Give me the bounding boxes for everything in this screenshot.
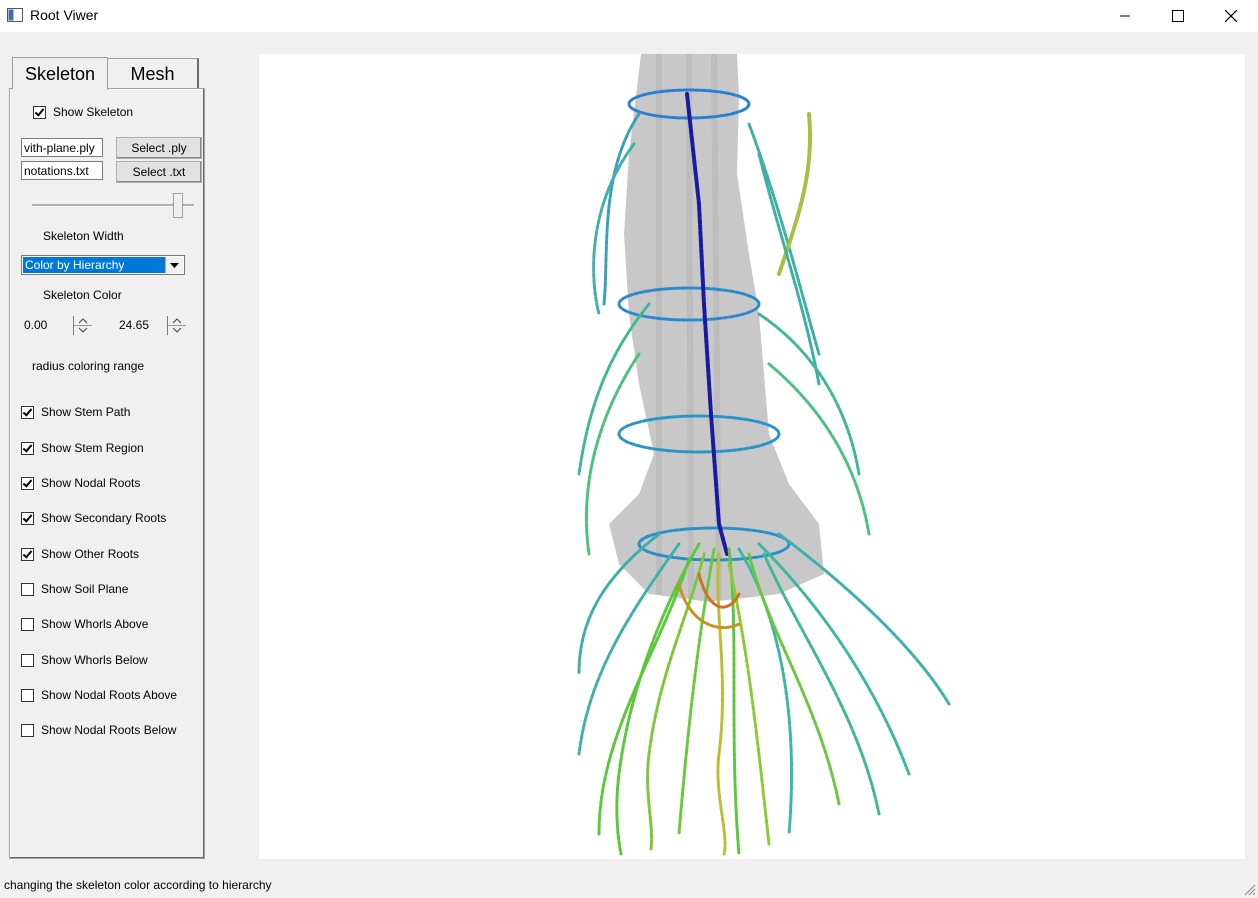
option-label: Show Other Roots <box>41 547 140 561</box>
show-soil-plane-checkbox[interactable]: Show Soil Plane <box>21 581 128 597</box>
skeleton-width-track[interactable] <box>32 204 194 207</box>
checkbox-box[interactable] <box>21 653 34 667</box>
range-max-value[interactable]: 24.65 <box>116 314 169 336</box>
title-bar: Root Viwer <box>0 0 1258 32</box>
checkbox-box[interactable] <box>21 547 34 561</box>
close-button[interactable] <box>1204 0 1258 32</box>
show-secondary-roots-checkbox[interactable]: Show Secondary Roots <box>21 510 166 526</box>
minimize-button[interactable] <box>1098 0 1152 32</box>
chevron-down-icon <box>170 262 179 268</box>
maximize-button[interactable] <box>1151 0 1205 32</box>
tab-skeleton-label: Skeleton <box>24 63 96 84</box>
window-title: Root Viwer <box>30 7 99 23</box>
3d-viewport[interactable] <box>259 54 1245 859</box>
tab-skeleton[interactable]: Skeleton <box>12 57 108 90</box>
select-txt-button[interactable]: Select .txt <box>116 161 202 183</box>
option-label: Show Whorls Below <box>41 653 148 667</box>
option-label: Show Secondary Roots <box>41 511 167 525</box>
show-skeleton-checkbox[interactable]: Show Skeleton <box>33 104 133 120</box>
option-label: Show Nodal Roots Below <box>41 723 177 737</box>
range-max-spinner[interactable]: 24.65 <box>116 314 188 336</box>
range-min-value[interactable]: 0.00 <box>21 314 74 336</box>
show-whorls-above-checkbox[interactable]: Show Whorls Above <box>21 616 148 632</box>
option-label: Show Whorls Above <box>41 617 149 631</box>
select-ply-button[interactable]: Select .ply <box>116 137 202 159</box>
show-stem-path-checkbox[interactable]: Show Stem Path <box>21 404 130 420</box>
show-skeleton-label: Show Skeleton <box>53 105 134 119</box>
option-label: Show Nodal Roots <box>41 476 141 490</box>
range-min-spinner[interactable]: 0.00 <box>21 314 93 336</box>
tab-mesh[interactable]: Mesh <box>107 58 199 90</box>
tab-mesh-label: Mesh <box>130 64 175 84</box>
skeleton-width-slider[interactable] <box>173 193 183 218</box>
checkbox-box[interactable] <box>21 476 34 490</box>
option-label: Show Stem Region <box>41 441 144 455</box>
app-icon <box>7 8 23 22</box>
skeleton-color-value: Color by Hierarchy <box>23 257 165 273</box>
option-label: Show Soil Plane <box>41 582 129 596</box>
option-label: Show Nodal Roots Above <box>41 688 178 702</box>
show-nodal-roots-below-checkbox[interactable]: Show Nodal Roots Below <box>21 722 176 738</box>
txt-file-field[interactable]: notations.txt <box>21 161 103 180</box>
checkbox-box[interactable] <box>21 405 34 419</box>
minimize-icon <box>1120 15 1130 17</box>
checkbox-box[interactable] <box>21 617 34 631</box>
show-nodal-roots-above-checkbox[interactable]: Show Nodal Roots Above <box>21 687 177 703</box>
spin-arrows-icon[interactable] <box>73 316 92 335</box>
status-bar-text: changing the skeleton color according to… <box>4 878 272 892</box>
checkbox-box[interactable] <box>21 441 34 455</box>
option-label: Show Stem Path <box>41 405 131 419</box>
resize-grip-icon[interactable] <box>1244 884 1256 896</box>
checkbox-box[interactable] <box>21 582 34 596</box>
spin-arrows-icon[interactable] <box>167 316 186 335</box>
show-whorls-below-checkbox[interactable]: Show Whorls Below <box>21 652 148 668</box>
radius-range-label: radius coloring range <box>32 359 145 373</box>
dropdown-arrow[interactable] <box>165 257 183 273</box>
checkbox-box[interactable] <box>21 688 34 702</box>
skeleton-color-select[interactable]: Color by Hierarchy <box>21 255 185 275</box>
show-stem-region-checkbox[interactable]: Show Stem Region <box>21 440 144 456</box>
root-system-render[interactable] <box>259 54 1245 859</box>
close-icon <box>1225 10 1237 22</box>
show-nodal-roots-checkbox[interactable]: Show Nodal Roots <box>21 475 140 491</box>
skeleton-color-label: Skeleton Color <box>43 288 122 302</box>
show-other-roots-checkbox[interactable]: Show Other Roots <box>21 546 139 562</box>
checkbox-box[interactable] <box>33 105 46 119</box>
maximize-icon <box>1172 10 1184 22</box>
skeleton-width-label: Skeleton Width <box>43 229 124 243</box>
checkbox-box[interactable] <box>21 511 34 525</box>
ply-file-field[interactable]: vith-plane.ply <box>21 138 103 157</box>
checkbox-box[interactable] <box>21 723 34 737</box>
